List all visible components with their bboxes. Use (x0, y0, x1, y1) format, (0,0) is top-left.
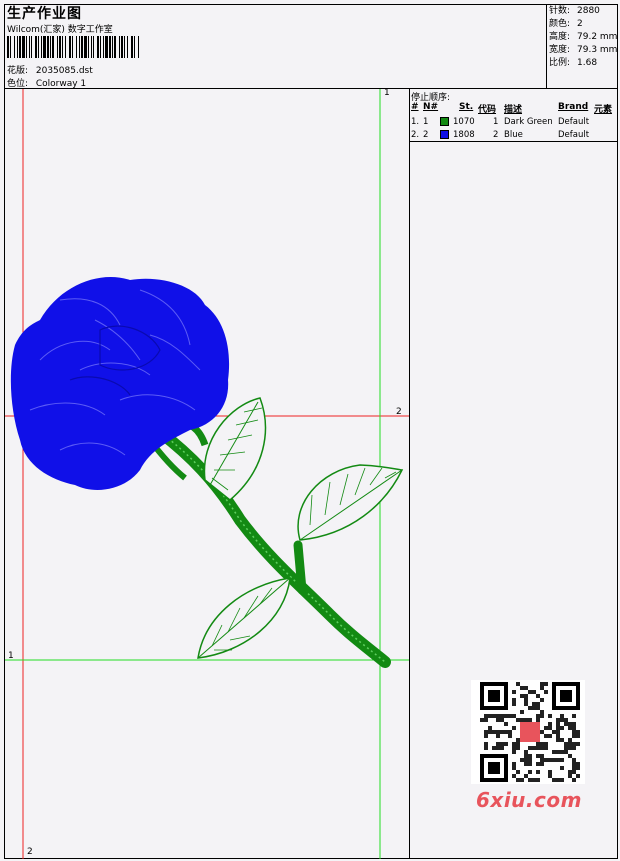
row-code: 1 (493, 117, 499, 127)
design-canvas (5, 89, 409, 859)
stat-label: 高度: (549, 32, 571, 42)
stat-stitches: 针数: 2880 (549, 5, 617, 18)
stat-width: 宽度: 79.3 mm (549, 44, 617, 57)
qr-code-icon (480, 682, 580, 782)
stat-label: 比例: (549, 58, 571, 68)
stat-value: 2880 (577, 6, 600, 16)
col-header-code: 代码 (478, 105, 497, 115)
stat-label: 针数: (549, 6, 571, 16)
row-no: 2 (423, 130, 429, 140)
colorway-value: Colorway 1 (35, 79, 87, 89)
right-leaf (297, 464, 404, 541)
stat-scale: 比例: 1.68 (549, 57, 617, 70)
row-code: 2 (493, 130, 499, 140)
side-panel-divider (409, 88, 410, 859)
row-num: 1. (411, 117, 420, 127)
color-swatch (440, 117, 449, 126)
watermark-site: 6xiu.com (476, 788, 582, 812)
table-bottom-divider (409, 141, 618, 142)
axis-label-top-right: 1 (384, 88, 390, 98)
col-header-num: # (411, 102, 419, 112)
row-num: 2. (411, 130, 420, 140)
row-desc: Blue (504, 130, 523, 140)
stat-value: 1.68 (577, 58, 598, 68)
col-header-brand: Brand (558, 102, 589, 112)
stat-label: 颜色: (549, 19, 571, 29)
stat-value: 79.3 mm (577, 45, 618, 55)
stat-value: 79.2 mm (577, 32, 618, 42)
color-swatch (440, 130, 449, 139)
row-brand: Default (558, 117, 590, 127)
col-header-no: N# (423, 102, 439, 112)
colorway-row: 色位: Colorway 1 (7, 76, 86, 89)
row-brand: Default (558, 130, 590, 140)
axis-label-left-low: 1 (8, 651, 14, 661)
row-no: 1 (423, 117, 429, 127)
row-stitches: 1808 (453, 130, 475, 140)
stats-divider (546, 4, 547, 88)
design-row: 花版: 2035085.dst (7, 63, 93, 76)
stat-height: 高度: 79.2 mm (549, 31, 617, 44)
design-value: 2035085.dst (35, 66, 93, 76)
stats-panel: 针数: 2880 颜色: 2 高度: 79.2 mm 宽度: 79.3 mm 比例: 1.… (549, 5, 617, 70)
col-header-elem: 元素 (594, 105, 613, 115)
stat-value: 2 (577, 19, 583, 29)
stat-label: 宽度: (549, 45, 571, 55)
lower-leaf (197, 577, 291, 659)
axis-label-mid-right: 2 (396, 407, 402, 417)
row-stitches: 1070 (453, 117, 475, 127)
col-header-st: St. (459, 102, 474, 112)
design-label: 花版: (7, 66, 29, 76)
rose-stem (147, 420, 391, 668)
stat-colors: 颜色: 2 (549, 18, 617, 31)
qr-code-watermark (471, 680, 585, 784)
axis-label-bottom-left: 2 (27, 847, 33, 857)
row-desc: Dark Green (504, 117, 553, 127)
col-header-desc: 描述 (504, 105, 523, 115)
page-title: 生产作业图 (7, 6, 82, 22)
company-name: Wilcom(汇家) 数字工作室 (7, 25, 113, 35)
colorway-label: 色位: (7, 79, 29, 89)
barcode (7, 36, 139, 58)
